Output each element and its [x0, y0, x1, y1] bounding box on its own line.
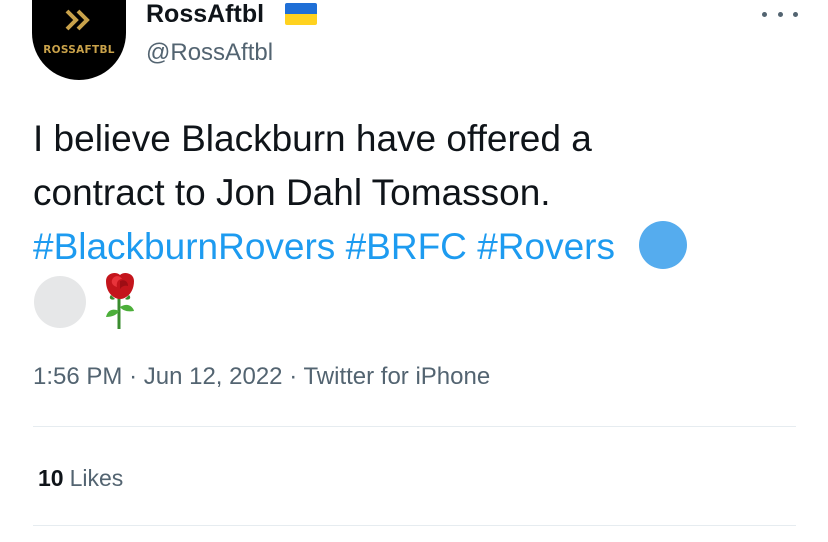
- tweet-text-line: I believe Blackburn have offered a: [33, 118, 592, 159]
- hashtag-line: #BlackburnRovers #BRFC #Rovers: [33, 220, 803, 274]
- tweet-source[interactable]: Twitter for iPhone: [303, 363, 490, 390]
- rose-icon: [106, 273, 134, 329]
- hashtag-blackburnrovers[interactable]: #BlackburnRovers: [33, 226, 335, 267]
- hashtag-rovers[interactable]: #Rovers: [477, 226, 615, 267]
- tweet-time[interactable]: 1:56 PM: [33, 363, 122, 390]
- tweet-meta: 1:56 PM · Jun 12, 2022 · Twitter for iPh…: [33, 362, 490, 392]
- tweet-date[interactable]: Jun 12, 2022: [144, 363, 283, 390]
- avatar[interactable]: ROSSAFTBL: [32, 0, 126, 80]
- likes-stat[interactable]: 10 Likes: [38, 464, 123, 492]
- hashtag-brfc[interactable]: #BRFC: [346, 226, 467, 267]
- blue-circle-icon: [639, 221, 688, 269]
- ukraine-flag-icon: [285, 3, 317, 25]
- white-circle-icon: [34, 276, 86, 328]
- tweet: ROSSAFTBL RossAftbl @RossAftbl I believe…: [0, 0, 828, 542]
- likes-count: 10: [38, 465, 64, 491]
- chevron-logo-icon: [65, 9, 90, 31]
- meta-separator: ·: [289, 363, 298, 390]
- tweet-text-line: contract to Jon Dahl Tomasson.: [33, 172, 551, 213]
- more-options-icon[interactable]: [762, 2, 798, 26]
- display-name[interactable]: RossAftbl: [146, 0, 264, 29]
- meta-separator: ·: [129, 363, 138, 390]
- tweet-text: I believe Blackburn have offered a contr…: [33, 112, 803, 274]
- divider: [33, 525, 796, 526]
- likes-label: Likes: [69, 465, 124, 491]
- divider: [33, 426, 796, 427]
- avatar-text: ROSSAFTBL: [43, 44, 115, 56]
- user-handle[interactable]: @RossAftbl: [146, 38, 273, 68]
